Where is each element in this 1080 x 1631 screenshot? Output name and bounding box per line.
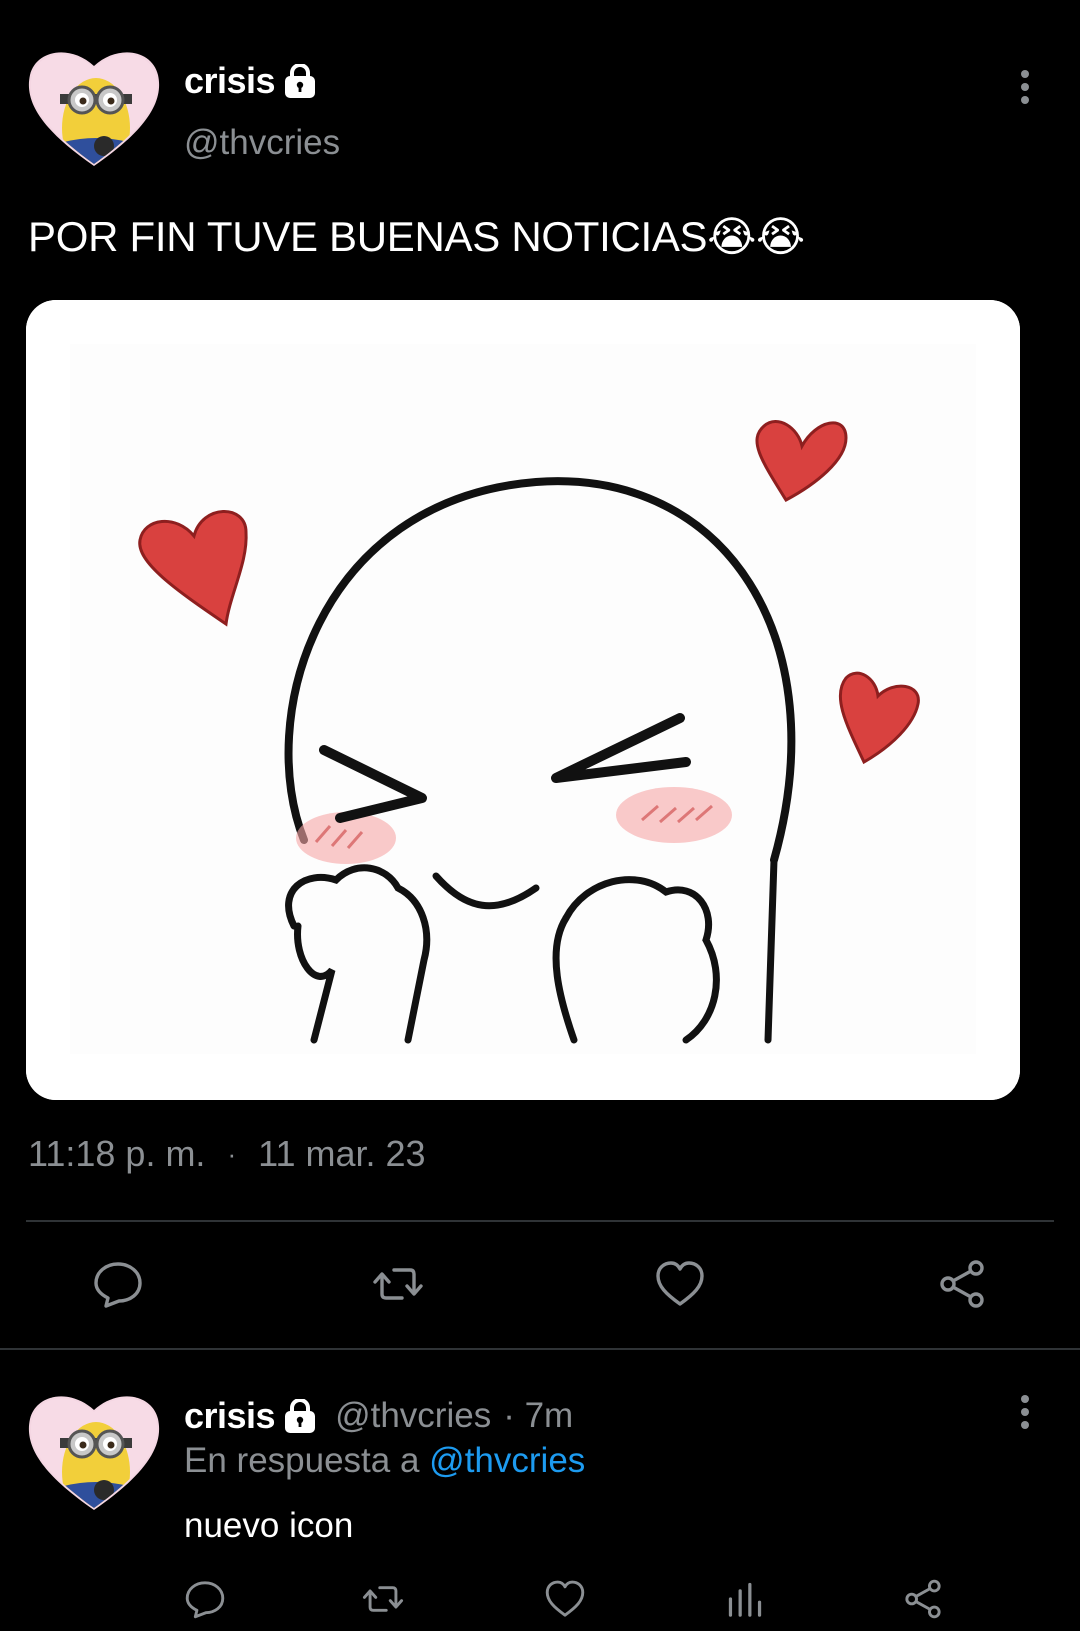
reply-actions [0, 1578, 1080, 1622]
main-tweet: crisis @thvcries POR FIN TUVE BUENAS NOT… [0, 0, 1080, 1348]
share-icon[interactable] [902, 1578, 944, 1620]
like-icon[interactable] [544, 1578, 586, 1620]
analytics-icon[interactable] [724, 1578, 766, 1620]
reply-time: · 7m [503, 1396, 574, 1435]
divider [26, 1220, 1054, 1222]
lock-icon [283, 1399, 317, 1433]
reply-icon[interactable] [184, 1578, 226, 1620]
share-icon[interactable] [936, 1258, 988, 1310]
blushing-face-with-hearts-image [26, 300, 1020, 1100]
in-reply-prefix: En respuesta a [184, 1441, 420, 1480]
more-vertical-icon[interactable] [1015, 67, 1035, 107]
author-name-row: crisis [184, 60, 317, 102]
author-handle[interactable]: @thvcries [184, 123, 340, 163]
thread-divider [0, 1348, 1080, 1350]
tweet-actions [0, 1258, 1080, 1314]
reply-author-row: crisis @thvcries · 7m [184, 1395, 573, 1437]
in-reply-handle-link[interactable]: @thvcries [429, 1441, 585, 1480]
avatar[interactable] [24, 42, 164, 170]
separator: · [227, 1138, 237, 1169]
reply-text: nuevo icon [184, 1506, 354, 1545]
tweet-time: 11:18 p. m. [28, 1133, 206, 1174]
retweet-icon[interactable] [372, 1258, 424, 1310]
tweet-text: POR FIN TUVE BUENAS NOTICIAS😭😭 [28, 213, 805, 260]
tweet-timestamp: 11:18 p. m. · 11 mar. 23 [28, 1133, 426, 1175]
minion-heart-avatar-icon [28, 1396, 160, 1510]
avatar[interactable] [24, 1386, 164, 1514]
tweet-media[interactable] [26, 300, 1020, 1100]
retweet-icon[interactable] [362, 1578, 404, 1620]
more-vertical-icon[interactable] [1015, 1392, 1035, 1432]
lock-icon [283, 64, 317, 98]
author-handle[interactable]: @thvcries [335, 1396, 491, 1436]
in-reply-to: En respuesta a @thvcries [184, 1441, 585, 1481]
display-name[interactable]: crisis [184, 1395, 276, 1437]
tweet-date: 11 mar. 23 [258, 1133, 426, 1174]
minion-heart-avatar-icon [28, 52, 160, 166]
display-name[interactable]: crisis [184, 60, 276, 102]
like-icon[interactable] [654, 1258, 706, 1310]
reply-icon[interactable] [92, 1258, 144, 1310]
